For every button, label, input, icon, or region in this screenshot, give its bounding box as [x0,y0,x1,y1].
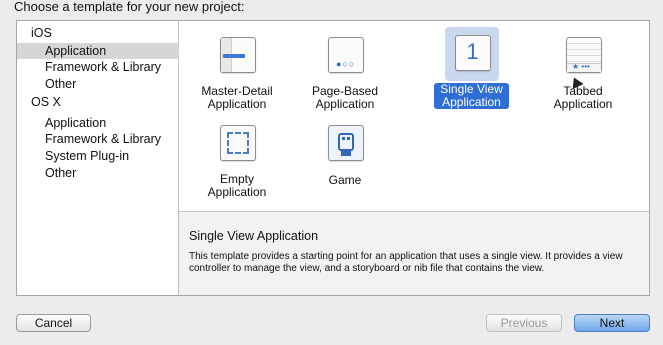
template-page-based[interactable]: ●○○ Page-Based Application [295,29,395,113]
template-label: Master-Detail Application [201,84,273,111]
sidebar-item-osx-application[interactable]: Application [17,115,206,131]
sidebar-item-osx-framework[interactable]: Framework & Library [17,131,206,147]
sidebar-group-ios[interactable]: iOS [17,25,192,41]
cancel-button[interactable]: Cancel [16,314,91,332]
template-tabbed[interactable]: ★ ••• Tabbed Application [533,29,633,113]
page-based-icon: ●○○ [318,29,372,83]
template-game[interactable]: Game [295,117,395,189]
template-label: Page-Based Application [311,84,379,111]
sidebar-item-osx-other[interactable]: Other [17,165,206,181]
sidebar-group-osx[interactable]: OS X [17,94,192,110]
template-label: Game [328,173,362,187]
template-chooser-panel: iOS Application Framework & Library Othe… [16,20,650,296]
next-button[interactable]: Next [574,314,650,332]
sidebar-item-ios-other[interactable]: Other [17,76,206,92]
template-grid: Master-Detail Application ●○○ Page-Based A… [179,21,649,211]
template-label-selected: Single View Application [434,83,509,109]
sidebar-item-ios-application[interactable]: Application [17,43,206,59]
master-detail-icon [210,29,264,83]
template-label: Empty Application [207,172,267,199]
template-master-detail[interactable]: Master-Detail Application [187,29,287,113]
game-icon [318,117,372,171]
empty-icon [210,117,264,171]
tabbed-icon: ★ ••• [556,29,610,83]
template-label: Tabbed Application [553,84,613,111]
description-title: Single View Application [189,229,319,243]
single-view-icon: 1 [444,27,499,81]
description-text: This template provides a starting point … [189,251,623,274]
template-empty[interactable]: Empty Application [187,117,287,201]
template-single-view[interactable]: 1 Single View Application [419,27,524,111]
template-description-pane: Single View Application This template pr… [179,211,649,295]
sidebar-item-ios-framework[interactable]: Framework & Library [17,59,206,75]
sidebar-item-osx-plugin[interactable]: System Plug-in [17,148,206,164]
previous-button[interactable]: Previous [486,314,562,332]
platform-sidebar: iOS Application Framework & Library Othe… [17,21,206,295]
dialog-title: Choose a template for your new project: [14,0,245,14]
